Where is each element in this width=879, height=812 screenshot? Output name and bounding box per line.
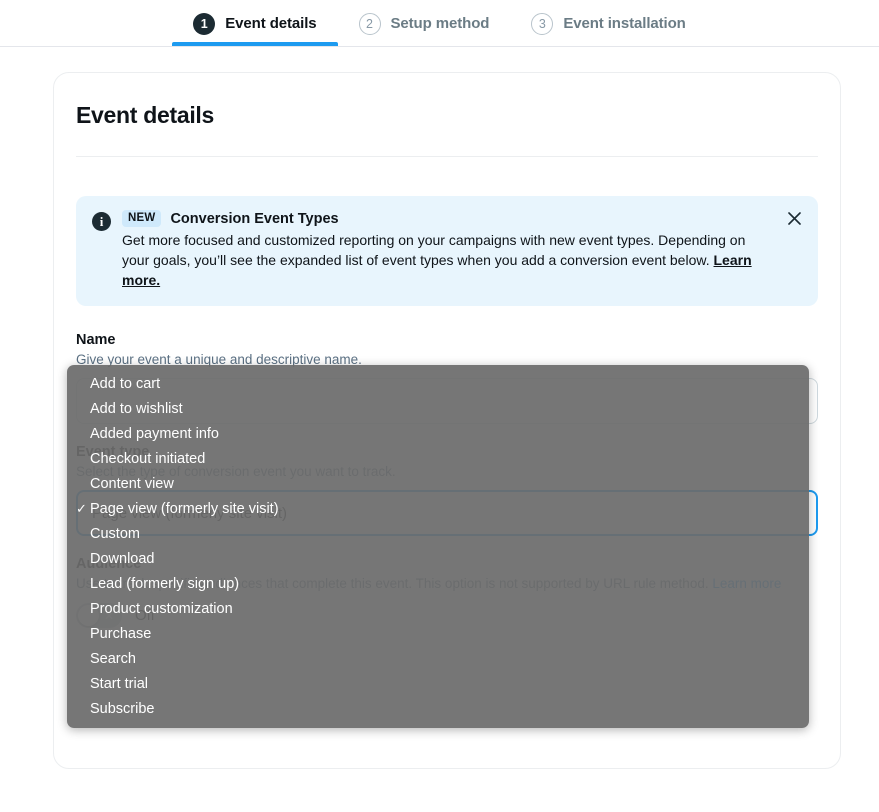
dropdown-option[interactable]: Purchase [67,621,809,646]
step-label-setup-method: Setup method [390,14,490,32]
banner-body: NEW Conversion Event Types Get more focu… [122,210,802,290]
dropdown-option-label: Add to cart [90,375,161,392]
step-number-2: 2 [358,12,381,35]
dropdown-option[interactable]: Download [67,546,809,571]
dropdown-option-label: Lead (formerly sign up) [90,575,240,592]
close-icon[interactable] [784,208,804,228]
dropdown-option[interactable]: Product customization [67,596,809,621]
banner-header: NEW Conversion Event Types [122,210,802,227]
dropdown-option-label: Checkout initiated [90,450,206,467]
banner-description-text: Get more focused and customized reportin… [122,232,746,268]
dropdown-option-label: Custom [90,525,140,542]
dropdown-option-label: Product customization [90,600,233,617]
dropdown-option-label: Subscribe [90,700,155,717]
dropdown-option[interactable]: Lead (formerly sign up) [67,571,809,596]
dropdown-option-label: Download [90,550,155,567]
check-icon: ✓ [76,501,87,516]
step-event-installation[interactable]: 3 Event installation [510,0,706,46]
dropdown-option[interactable]: Subscribe [67,696,809,721]
dropdown-option-label: Added payment info [90,425,219,442]
dropdown-option[interactable]: Checkout initiated [67,446,809,471]
dropdown-option-label: Purchase [90,625,152,642]
dropdown-option[interactable]: Search [67,646,809,671]
dropdown-option[interactable]: Content view [67,471,809,496]
dropdown-option-label: Page view (formerly site visit) [90,500,279,517]
dropdown-option[interactable]: Add to cart [67,371,809,396]
dropdown-option[interactable]: Added payment info [67,421,809,446]
step-number-3: 3 [531,12,554,35]
new-badge: NEW [122,210,162,227]
dropdown-option-label: Content view [90,475,174,492]
dropdown-option-label: Add to wishlist [90,400,183,417]
step-setup-method[interactable]: 2 Setup method [338,0,511,46]
conversion-event-types-banner: i NEW Conversion Event Types Get more fo… [76,196,818,306]
page-root: 1 Event details 2 Setup method 3 Event i… [0,0,879,812]
step-label-event-installation: Event installation [563,14,686,32]
dropdown-option[interactable]: Add to wishlist [67,396,809,421]
banner-description: Get more focused and customized reportin… [122,230,772,290]
name-label: Name [76,332,116,348]
step-number-1: 1 [193,12,216,35]
title-divider [76,156,818,157]
dropdown-option-label: Start trial [90,675,149,692]
dropdown-option-label: Search [90,650,136,667]
dropdown-option[interactable]: ✓ Page view (formerly site visit) [67,496,809,521]
step-event-details[interactable]: 1 Event details [172,0,338,46]
info-icon: i [92,212,111,231]
step-navigation: 1 Event details 2 Setup method 3 Event i… [0,0,879,47]
banner-title: Conversion Event Types [170,210,339,227]
event-type-dropdown-menu[interactable]: Add to cart Add to wishlist Added payment … [67,365,809,728]
dropdown-option[interactable]: Start trial [67,671,809,696]
dropdown-option[interactable]: Custom [67,521,809,546]
page-title: Event details [76,102,214,128]
step-label-event-details: Event details [225,14,317,32]
